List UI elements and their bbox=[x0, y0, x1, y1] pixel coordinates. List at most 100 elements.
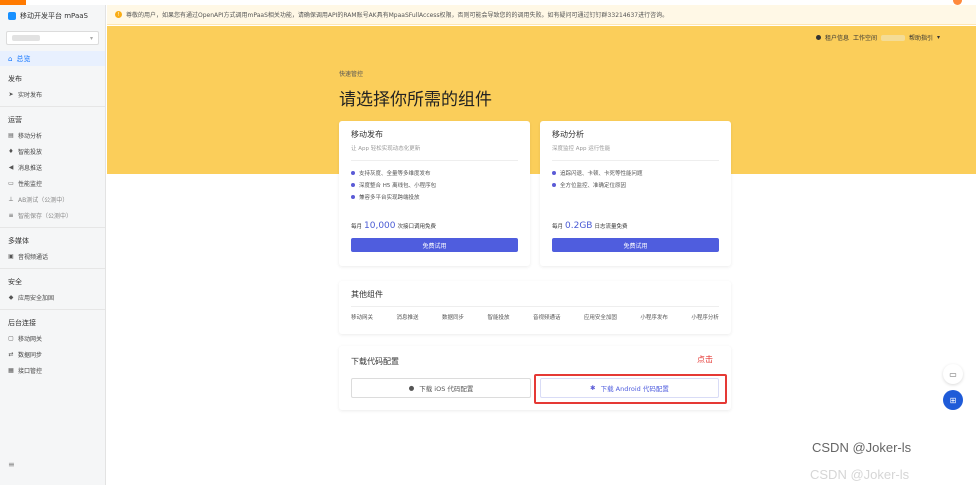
component-link[interactable]: 数据同步 bbox=[442, 313, 464, 321]
sidebar-item-realtime-publish[interactable]: ➤ 实时发布 bbox=[0, 86, 105, 102]
other-components-list: 移动网关 消息推送 数据同步 智能投放 音视频通话 应用安全加固 小程序发布 小… bbox=[351, 313, 719, 321]
help-guide-link[interactable]: 帮助指引 bbox=[909, 33, 933, 42]
publish-card: 移动发布 让 App 轻松实现动态化更新 支持灰度、全量等多维度发布 深度整合 … bbox=[339, 121, 530, 266]
video-icon: ▣ bbox=[8, 252, 14, 260]
sidebar-item-data-sync[interactable]: ⇄ 数据同步 bbox=[0, 346, 105, 362]
component-link[interactable]: 应用安全加固 bbox=[584, 313, 617, 321]
divider bbox=[351, 306, 719, 307]
sidebar: 移动开发平台 mPaaS ▾ ⌂ 总览 发布 ➤ 实时发布 运营 ▤ 移动分析 … bbox=[0, 5, 106, 485]
api-icon: ▦ bbox=[8, 366, 14, 374]
sidebar-item-label: 性能监控 bbox=[18, 180, 43, 188]
sidebar-item-label: 音视频通话 bbox=[18, 253, 49, 261]
sidebar-item-api-control[interactable]: ▦ 接口管控 bbox=[0, 362, 105, 378]
bullet-icon bbox=[552, 171, 556, 175]
sidebar-item-label: 移动网关 bbox=[18, 335, 43, 343]
watermark-faded: CSDN @Joker-ls bbox=[810, 467, 910, 482]
analytics-card: 移动分析 深度监控 App 运行性能 追踪闪退、卡顿、卡死等性能问题 全方位监控… bbox=[540, 121, 731, 266]
quota-info: 每月 10,000 次接口调用免费 bbox=[351, 221, 436, 231]
tenant-info-link[interactable]: 租户信息 bbox=[825, 33, 849, 42]
quota-suffix: 次接口调用免费 bbox=[397, 224, 437, 230]
workspace-label[interactable]: 工作空间 bbox=[853, 33, 877, 42]
feature-item: 全方位监控、准确定位原因 bbox=[552, 179, 719, 191]
sidebar-item-home[interactable]: ⌂ 总览 bbox=[0, 51, 105, 66]
sidebar-item-analytics[interactable]: ▤ 移动分析 bbox=[0, 127, 105, 143]
mpaas-logo-icon bbox=[8, 12, 16, 20]
apps-grid-icon[interactable]: ⊞ bbox=[943, 390, 963, 410]
ab-icon: ⊥ bbox=[8, 195, 14, 203]
chevron-down-icon: ▾ bbox=[936, 34, 940, 41]
quota-value: 0.2GB bbox=[565, 221, 593, 231]
card-title: 其他组件 bbox=[351, 290, 383, 299]
quota-suffix: 日志流量免费 bbox=[594, 224, 628, 230]
sidebar-group-title: 多媒体 bbox=[8, 237, 29, 245]
home-icon: ⌂ bbox=[8, 54, 13, 63]
bullet-icon bbox=[351, 195, 355, 199]
send-icon: ➤ bbox=[8, 90, 14, 98]
sidebar-item-label: 智能投放 bbox=[18, 148, 43, 156]
sidebar-item-label: 接口管控 bbox=[18, 367, 43, 375]
warning-icon: ! bbox=[115, 11, 122, 18]
sidebar-group-security: 安全 ◆ 应用安全加固 bbox=[0, 268, 105, 305]
feature-text: 全方位监控、准确定位原因 bbox=[560, 183, 627, 189]
component-link[interactable]: 消息推送 bbox=[396, 313, 418, 321]
sidebar-group-publish: 发布 ➤ 实时发布 bbox=[0, 72, 105, 102]
feature-text: 支持灰度、全量等多维度发布 bbox=[359, 171, 431, 177]
watermark: CSDN @Joker-ls bbox=[812, 440, 912, 455]
feature-item: 深度整合 H5 离线包、小程序包 bbox=[351, 179, 518, 191]
sidebar-item-label: 消息推送 bbox=[18, 164, 43, 172]
page-title: 请选择你所需的组件 bbox=[339, 90, 492, 110]
sidebar-item-performance[interactable]: ▭ 性能监控 bbox=[0, 175, 105, 191]
sidebar-item-video-call[interactable]: ▣ 音视频通话 bbox=[0, 248, 105, 264]
publish-free-trial-button[interactable]: 免费试用 bbox=[351, 238, 518, 252]
component-link[interactable]: 移动网关 bbox=[351, 313, 373, 321]
sidebar-item-gateway[interactable]: ▢ 移动网关 bbox=[0, 330, 105, 346]
sidebar-item-smart-save[interactable]: ≡ 智能保存（公测中） bbox=[0, 207, 105, 223]
bullet-icon bbox=[552, 183, 556, 187]
feature-item: 兼容多平台实现跨端投放 bbox=[351, 191, 518, 203]
sidebar-item-app-hardening[interactable]: ◆ 应用安全加固 bbox=[0, 289, 105, 305]
sidebar-item-label: 总览 bbox=[16, 54, 31, 63]
analytics-free-trial-button[interactable]: 免费试用 bbox=[552, 238, 719, 252]
message-icon[interactable]: ▭ bbox=[943, 364, 963, 384]
sidebar-group-media: 多媒体 ▣ 音视频通话 bbox=[0, 227, 105, 264]
card-title: 移动分析 bbox=[552, 130, 584, 139]
component-link[interactable]: 智能投放 bbox=[487, 313, 509, 321]
card-subtitle: 让 App 轻松实现动态化更新 bbox=[351, 146, 421, 152]
quota-value: 10,000 bbox=[364, 221, 396, 231]
workspace-name-redacted bbox=[880, 34, 905, 41]
sidebar-item-label: 智能保存（公测中） bbox=[18, 212, 73, 220]
sidebar-group-operation: 运营 ▤ 移动分析 ♦ 智能投放 ◀ 消息推送 ▭ 性能监控 ⊥ AB测试（公测… bbox=[0, 106, 105, 223]
bullet-icon bbox=[351, 183, 355, 187]
button-label: 下载 iOS 代码配置 bbox=[419, 385, 474, 393]
sidebar-group-title: 安全 bbox=[8, 278, 22, 286]
divider bbox=[351, 160, 518, 161]
brand[interactable]: 移动开发平台 mPaaS bbox=[0, 5, 105, 27]
sidebar-item-smart-delivery[interactable]: ♦ 智能投放 bbox=[0, 143, 105, 159]
sidebar-item-push[interactable]: ◀ 消息推送 bbox=[0, 159, 105, 175]
component-link[interactable]: 小程序分析 bbox=[691, 313, 719, 321]
component-link[interactable]: 音视频通话 bbox=[533, 313, 561, 321]
feature-item: 支持灰度、全量等多维度发布 bbox=[351, 167, 518, 179]
annotation-highlight-box bbox=[534, 374, 727, 404]
apple-icon: ● bbox=[408, 384, 415, 392]
feature-text: 兼容多平台实现跨端投放 bbox=[359, 195, 420, 201]
sidebar-item-label: 实时发布 bbox=[18, 91, 43, 99]
chevron-down-icon: ▾ bbox=[89, 34, 93, 42]
collapse-menu-icon[interactable]: ≡ bbox=[8, 460, 15, 469]
other-components-card: 其他组件 移动网关 消息推送 数据同步 智能投放 音视频通话 应用安全加固 小程… bbox=[339, 281, 731, 334]
tenant-select[interactable]: ▾ bbox=[6, 31, 99, 45]
card-subtitle: 深度监控 App 运行性能 bbox=[552, 146, 611, 152]
brand-name: 移动开发平台 mPaaS bbox=[20, 12, 88, 20]
component-link[interactable]: 小程序发布 bbox=[640, 313, 668, 321]
bullet-icon bbox=[351, 171, 355, 175]
feature-text: 追踪闪退、卡顿、卡死等性能问题 bbox=[560, 171, 643, 177]
sidebar-item-ab-test[interactable]: ⊥ AB测试（公测中） bbox=[0, 191, 105, 207]
sidebar-group-title: 发布 bbox=[8, 75, 22, 83]
notice-text: 尊敬的用户，如果您有通过OpenAPI方式调用mPaaS相关功能，请确保调用AP… bbox=[126, 12, 669, 19]
feature-item: 追踪闪退、卡顿、卡死等性能问题 bbox=[552, 167, 719, 179]
monitor-icon: ▭ bbox=[8, 179, 14, 187]
card-title: 移动发布 bbox=[351, 130, 383, 139]
download-ios-config-button[interactable]: ● 下载 iOS 代码配置 bbox=[351, 378, 531, 398]
sidebar-item-label: 应用安全加固 bbox=[18, 294, 55, 302]
user-icon bbox=[815, 35, 821, 40]
